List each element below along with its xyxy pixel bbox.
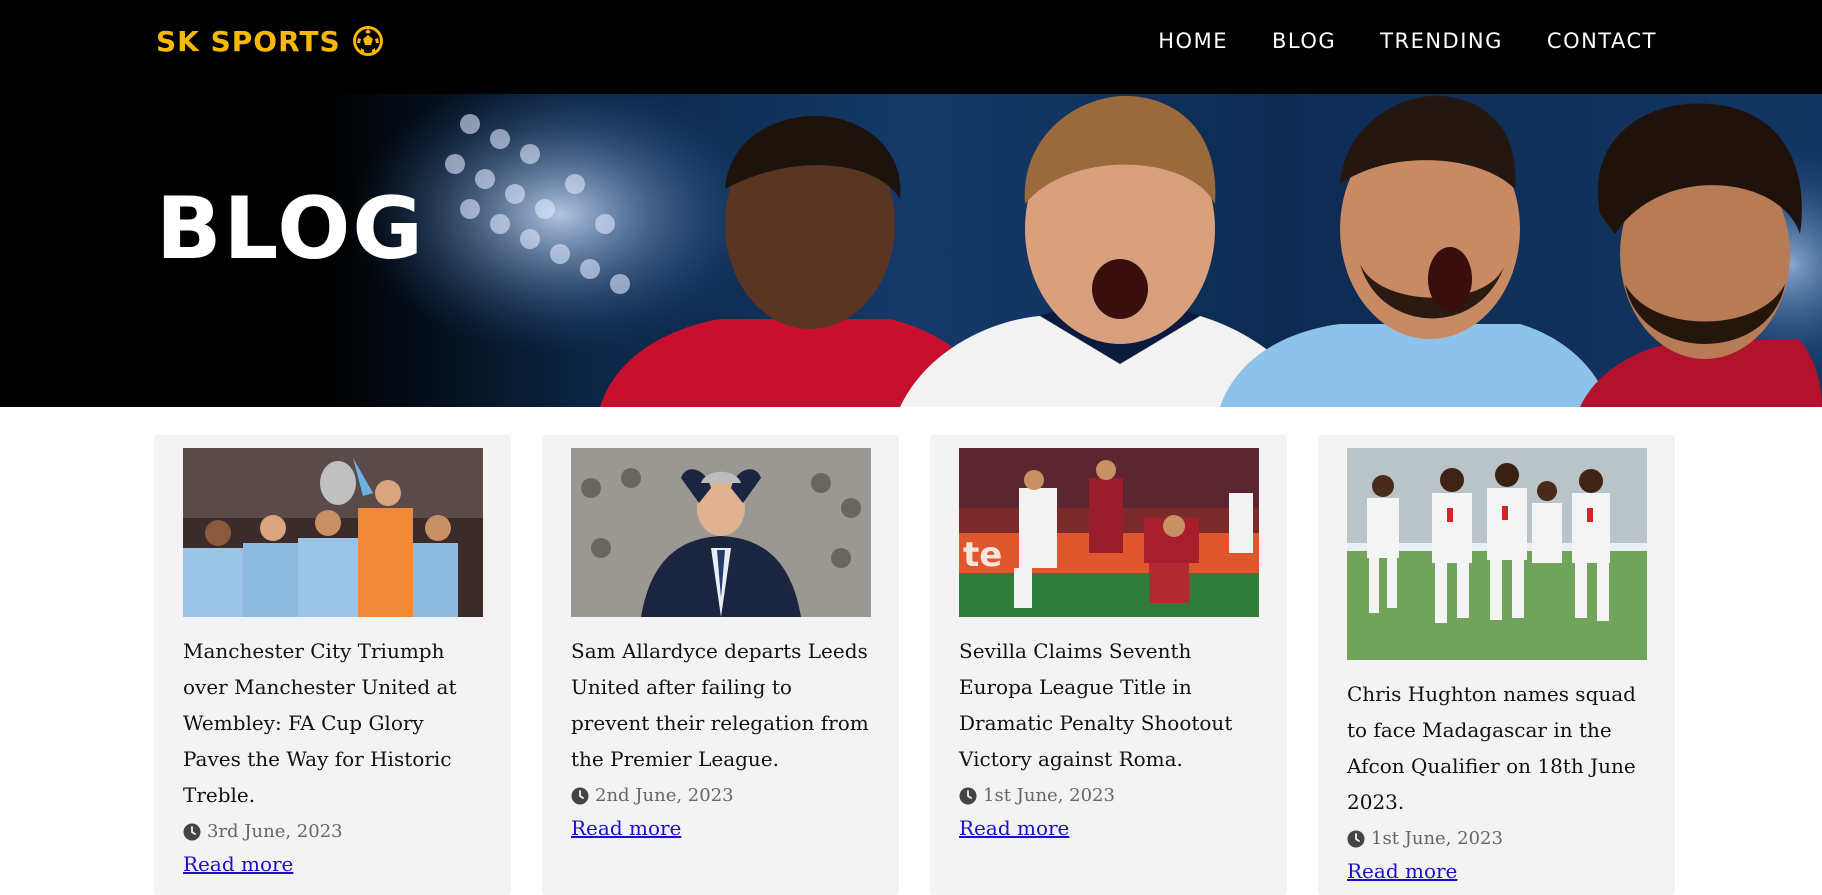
post-date-text: 3rd June, 2023: [207, 821, 343, 842]
post-thumbnail-image[interactable]: [571, 448, 871, 617]
post-thumbnail-image[interactable]: [183, 448, 483, 617]
blog-card: te Sevilla Claims Seventh Europa League …: [930, 435, 1287, 895]
post-date-text: 1st June, 2023: [983, 785, 1115, 806]
navbar: SK SPORTS HOME BLOG TRENDING CONTACT: [0, 0, 1822, 94]
clock-icon: [1347, 830, 1365, 847]
nav-trending[interactable]: TRENDING: [1380, 29, 1503, 53]
brand-name: SK SPORTS: [156, 24, 341, 58]
brand-logo[interactable]: SK SPORTS: [156, 24, 385, 58]
post-thumbnail-image[interactable]: [1347, 448, 1647, 660]
main-nav: HOME BLOG TRENDING CONTACT: [1158, 29, 1657, 53]
read-more-link[interactable]: Read more: [959, 816, 1069, 840]
post-title: Chris Hughton names squad to face Madaga…: [1347, 682, 1636, 814]
post-title: Manchester City Triumph over Manchester …: [183, 639, 457, 807]
soccer-ball-icon: [352, 26, 383, 56]
nav-home[interactable]: HOME: [1158, 29, 1228, 53]
nav-contact[interactable]: CONTACT: [1547, 29, 1657, 53]
hero-banner: BLOG: [0, 94, 1822, 407]
read-more-link[interactable]: Read more: [571, 816, 681, 840]
page-title: BLOG: [156, 179, 425, 279]
read-more-link[interactable]: Read more: [183, 852, 293, 876]
clock-icon: [959, 787, 977, 804]
read-more-link[interactable]: Read more: [1347, 859, 1457, 883]
post-title: Sevilla Claims Seventh Europa League Tit…: [959, 639, 1233, 771]
svg-text:te: te: [963, 535, 1002, 575]
blog-card: Manchester City Triumph over Manchester …: [154, 435, 511, 895]
post-thumbnail-image[interactable]: te: [959, 448, 1259, 617]
blog-card: Chris Hughton names squad to face Madaga…: [1318, 435, 1675, 895]
post-date-text: 2nd June, 2023: [595, 785, 734, 806]
post-date: 3rd June, 2023: [183, 821, 482, 842]
post-date: 1st June, 2023: [1347, 828, 1646, 849]
post-date: 1st June, 2023: [959, 785, 1258, 806]
nav-blog[interactable]: BLOG: [1272, 29, 1336, 53]
post-date: 2nd June, 2023: [571, 785, 870, 806]
post-date-text: 1st June, 2023: [1371, 828, 1503, 849]
blog-card: Sam Allardyce departs Leeds United after…: [542, 435, 899, 895]
blog-post-list: Manchester City Triumph over Manchester …: [154, 435, 1675, 895]
clock-icon: [183, 823, 201, 840]
post-title: Sam Allardyce departs Leeds United after…: [571, 639, 869, 771]
clock-icon: [571, 787, 589, 804]
